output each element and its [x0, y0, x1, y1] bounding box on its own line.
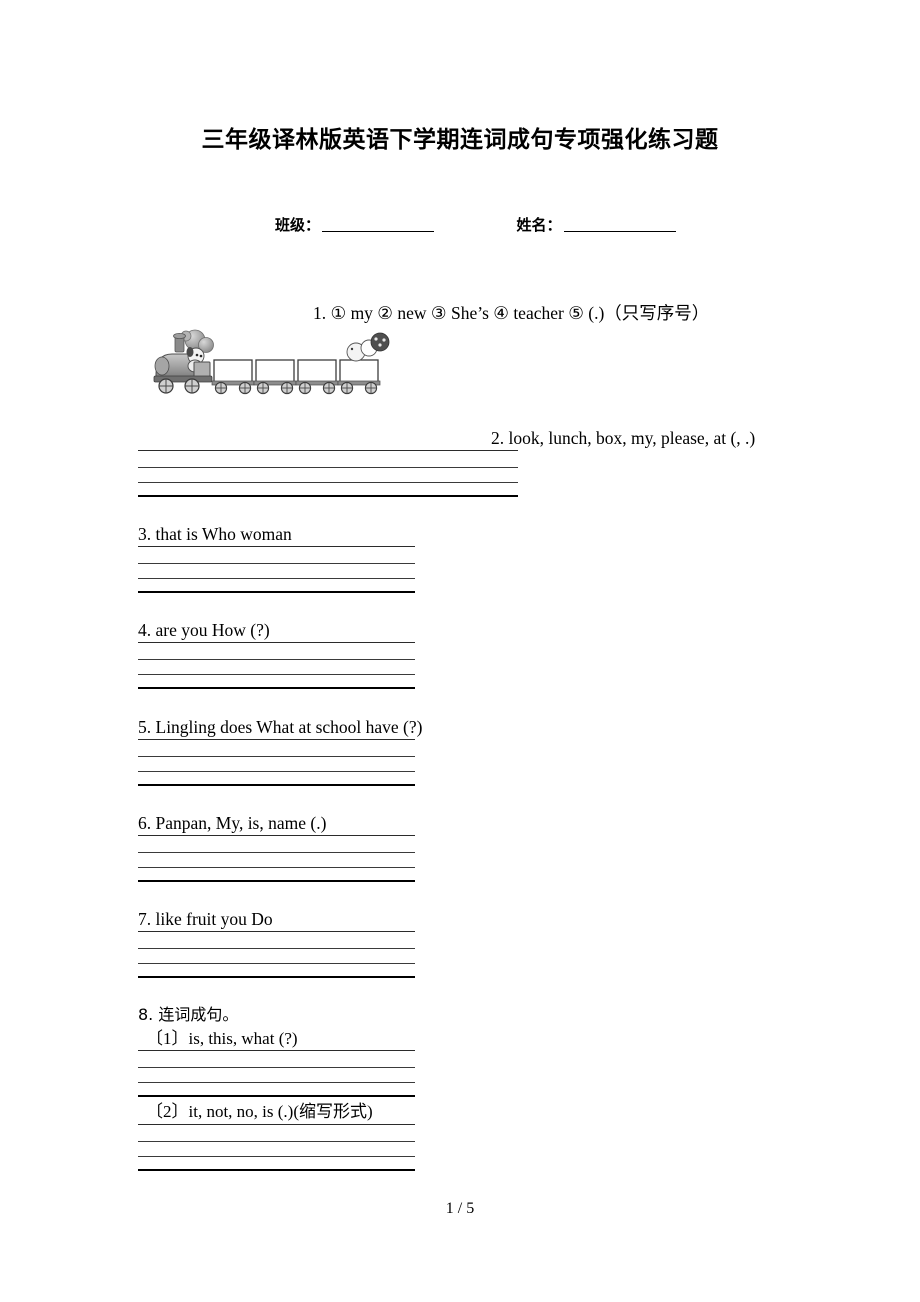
class-field[interactable]: 班级：	[275, 214, 435, 235]
writing-line-4	[138, 1169, 415, 1171]
question-3-prompt: 3. that is Who woman	[138, 524, 292, 544]
writing-line-2	[138, 467, 518, 468]
question-6-answer-lines[interactable]	[138, 835, 415, 883]
writing-line-1	[138, 1124, 415, 1125]
writing-line-3	[138, 771, 415, 772]
writing-line-3	[138, 482, 518, 483]
name-blank-line[interactable]	[563, 218, 676, 232]
question-7-prompt: 7. like fruit you Do	[138, 909, 273, 929]
page-title: 三年级译林版英语下学期连词成句专项强化练习题	[201, 127, 719, 153]
train-answer-boxes	[211, 359, 381, 395]
name-field[interactable]: 姓名：	[516, 214, 676, 235]
writing-line-3	[138, 963, 415, 964]
writing-line-1	[138, 739, 415, 740]
writing-line-2	[138, 756, 415, 757]
question-2-answer-lines[interactable]	[138, 450, 518, 498]
writing-line-4	[138, 687, 415, 689]
name-label: 姓名：	[516, 216, 562, 234]
writing-line-1	[138, 450, 518, 451]
writing-line-3	[138, 578, 415, 579]
writing-line-2	[138, 563, 415, 564]
writing-line-1	[138, 642, 415, 643]
writing-line-4	[138, 1095, 415, 1097]
writing-line-3	[138, 867, 415, 868]
question-4-prompt: 4. are you How (?)	[138, 620, 270, 640]
question-4-answer-lines[interactable]	[138, 642, 415, 690]
writing-line-4	[138, 880, 415, 882]
writing-line-3	[138, 674, 415, 675]
class-label: 班级：	[275, 216, 321, 234]
question-5-prompt: 5. Lingling does What at school have (?)	[138, 717, 423, 737]
question-7-answer-lines[interactable]	[138, 931, 415, 979]
page-number-footer: 1 / 5	[445, 1200, 475, 1217]
question-6-prompt: 6. Panpan, My, is, name (.)	[138, 813, 327, 833]
writing-line-4	[138, 976, 415, 978]
question-8-sub-1-answer-lines[interactable]	[138, 1050, 415, 1098]
writing-line-1	[138, 931, 415, 932]
question-8-prompt: 8. 连词成句。	[138, 1004, 238, 1026]
writing-line-2	[138, 1067, 415, 1068]
writing-line-2	[138, 852, 415, 853]
worksheet-page: 三年级译林版英语下学期连词成句专项强化练习题 班级： 姓名： 1. ① my ②…	[0, 0, 920, 1302]
writing-line-4	[138, 784, 415, 786]
writing-line-4	[138, 495, 518, 497]
writing-line-1	[138, 1050, 415, 1051]
writing-line-1	[138, 835, 415, 836]
writing-line-2	[138, 1141, 415, 1142]
train-illustration	[148, 328, 400, 404]
question-2-prompt: 2. look, lunch, box, my, please, at (, .…	[491, 428, 756, 448]
class-blank-line[interactable]	[322, 218, 435, 232]
question-3-answer-lines[interactable]	[138, 546, 415, 594]
writing-line-4	[138, 591, 415, 593]
question-5-answer-lines[interactable]	[138, 739, 415, 787]
writing-line-2	[138, 659, 415, 660]
question-8-sub-2-answer-lines[interactable]	[138, 1124, 415, 1172]
writing-line-2	[138, 948, 415, 949]
student-info-row: 班级： 姓名：	[275, 214, 745, 235]
writing-line-3	[138, 1156, 415, 1157]
writing-line-3	[138, 1082, 415, 1083]
writing-line-1	[138, 546, 415, 547]
question-8-label: 8. 连词成句。	[138, 1005, 239, 1024]
train-icon	[153, 329, 390, 395]
question-8-sub-2-prompt: 〔2〕it, not, no, is (.)(缩写形式)	[146, 1102, 373, 1121]
question-8-sub-1-prompt: 〔1〕is, this, what (?)	[146, 1029, 298, 1048]
question-1-prompt: 1. ① my ② new ③ She’s ④ teacher ⑤ (.)（只写…	[313, 303, 710, 323]
